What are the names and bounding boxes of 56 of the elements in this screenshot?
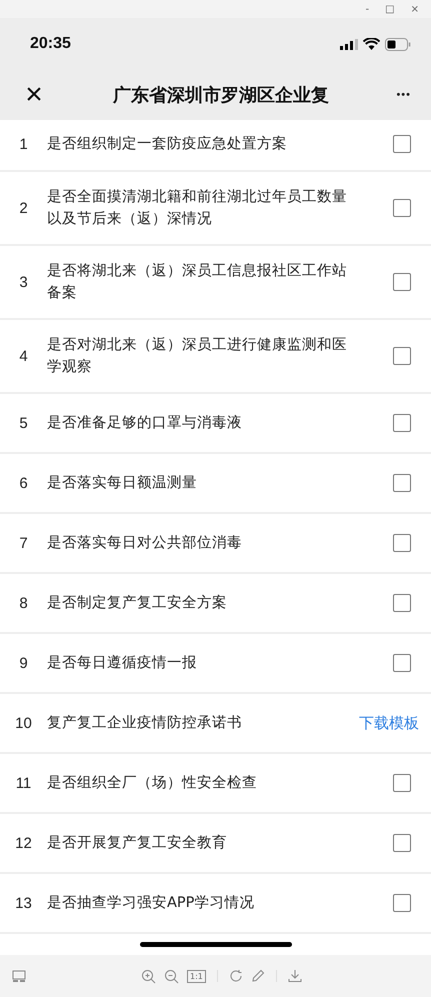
item-number: 3 [18,274,29,290]
pencil-icon[interactable] [250,969,265,983]
item-text: 是否组织全厂（场）性安全检查 [47,774,258,793]
checkbox[interactable] [393,654,411,672]
item-number: 7 [18,534,29,552]
download-link[interactable]: 下载模板 [359,714,419,732]
checkbox[interactable] [393,273,411,291]
zoom-in-icon[interactable] [141,968,156,984]
item-text: 是否抽查学习强安APP学习情况 [47,894,256,913]
item-number: 4 [18,348,29,364]
window-control[interactable]: □ [385,4,395,14]
checkbox[interactable] [393,135,411,153]
checkbox[interactable] [393,534,411,552]
item-text: 是否全面摸清湖北籍和前往湖北过年员工数量以及节后来（返）深情况 [47,188,348,229]
rotate-icon[interactable] [228,969,243,983]
checkbox[interactable] [393,414,411,432]
status-time: 20:35 [30,35,71,53]
item-text: 是否准备足够的口罩与消毒液 [47,414,243,433]
checkbox[interactable] [393,594,411,612]
item-text: 复产复工企业疫情防控承诺书 [47,714,243,733]
item-text: 是否落实每日对公共部位消毒 [47,534,243,553]
checkbox[interactable] [393,199,411,217]
window-control[interactable]: × [410,4,419,14]
item-number: 13 [14,894,33,912]
item-number: 9 [18,654,29,672]
item-number: 12 [14,834,33,852]
item-text: 是否将湖北来（返）深员工信息报社区工作站备案 [47,262,348,303]
item-number: 6 [18,474,29,492]
item-text: 是否开展复产复工安全教育 [47,834,228,853]
item-number: 8 [18,594,29,612]
wifi-icon [363,38,380,50]
checkbox[interactable] [393,347,411,365]
zoom-out-icon[interactable] [164,968,179,984]
item-number: 11 [14,774,32,792]
window-control[interactable]: - [366,4,370,14]
checkbox[interactable] [393,774,411,792]
checkbox[interactable] [393,894,411,912]
more-button[interactable]: ••• [396,89,411,101]
item-text: 是否每日遵循疫情一报 [47,654,198,673]
monitor-icon[interactable] [12,970,26,982]
close-button[interactable]: × [14,80,54,110]
actual-size-button[interactable]: 1:1 [187,970,206,982]
item-text: 是否落实每日额温测量 [47,474,198,493]
checkbox[interactable] [393,474,411,492]
item-number: 2 [18,200,29,216]
item-number: 1 [18,136,29,152]
item-text: 是否组织制定一套防疫应急处置方案 [47,134,288,154]
checkbox[interactable] [393,834,411,852]
item-text: 是否对湖北来（返）深员工进行健康监测和医学观察 [47,336,348,377]
download-icon[interactable] [288,969,302,983]
item-text: 是否制定复产复工安全方案 [47,594,228,613]
signal-icon [340,38,358,50]
page-title: 广东省深圳市罗湖区企业复 [112,84,330,107]
item-number: 10 [14,714,33,732]
battery-icon [385,38,411,50]
item-number: 5 [18,414,29,432]
